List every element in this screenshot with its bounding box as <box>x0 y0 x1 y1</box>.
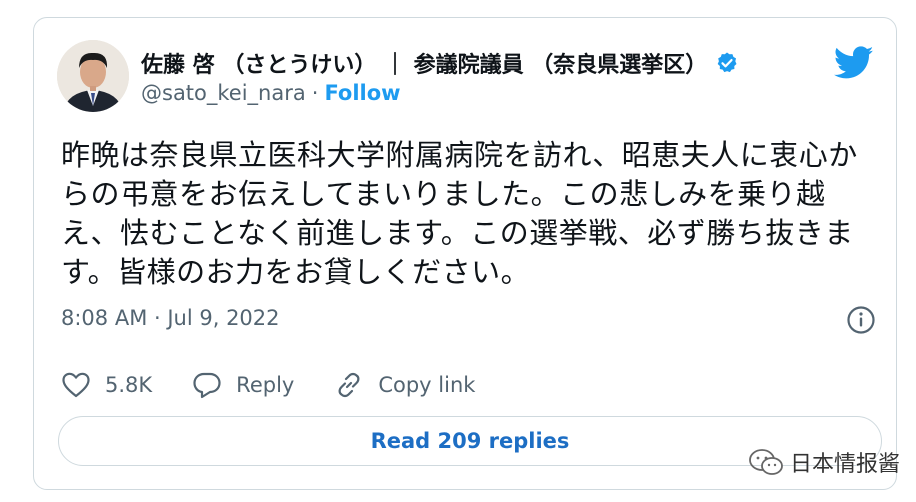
action-bar: 5.8K Reply Copy link <box>61 370 515 400</box>
tweet-text: 昨晩は奈良県立医科大学附属病院を訪れ、昭恵夫人に衷心からの弔意をお伝えしてまいり… <box>61 138 858 289</box>
display-name[interactable]: 佐藤 啓 （さとうけい） ｜ 参議院議員 （奈良県選挙区） <box>141 47 707 79</box>
display-name-row[interactable]: 佐藤 啓 （さとうけい） ｜ 参議院議員 （奈良県選挙区） <box>141 47 739 79</box>
speech-bubble-icon <box>193 372 221 399</box>
follow-button[interactable]: Follow <box>324 81 400 105</box>
reply-button[interactable]: Reply <box>192 370 294 400</box>
copy-link-label: Copy link <box>378 373 476 397</box>
twitter-bird-icon[interactable] <box>834 46 874 80</box>
wechat-icon <box>749 449 783 475</box>
info-icon[interactable] <box>846 305 876 335</box>
timestamp[interactable]: 8:08 AM · Jul 9, 2022 <box>61 306 280 330</box>
verified-badge-icon <box>715 51 739 75</box>
watermark: 日本情报酱 <box>748 446 900 478</box>
avatar-photo <box>57 40 129 112</box>
watermark-label: 日本情报酱 <box>789 452 900 477</box>
reply-label: Reply <box>236 373 295 397</box>
handle-row: @sato_kei_nara · Follow <box>141 81 401 105</box>
heart-icon <box>62 372 90 398</box>
separator: · <box>311 81 319 105</box>
like-button[interactable]: 5.8K <box>61 370 152 400</box>
like-count: 5.8K <box>105 373 153 397</box>
avatar[interactable] <box>57 40 129 112</box>
handle[interactable]: @sato_kei_nara <box>141 81 306 105</box>
tweet-card: 佐藤 啓 （さとうけい） ｜ 参議院議員 （奈良県選挙区） @sato_kei_… <box>33 17 897 490</box>
copy-link-button[interactable]: Copy link <box>334 370 475 400</box>
link-icon <box>338 372 360 398</box>
